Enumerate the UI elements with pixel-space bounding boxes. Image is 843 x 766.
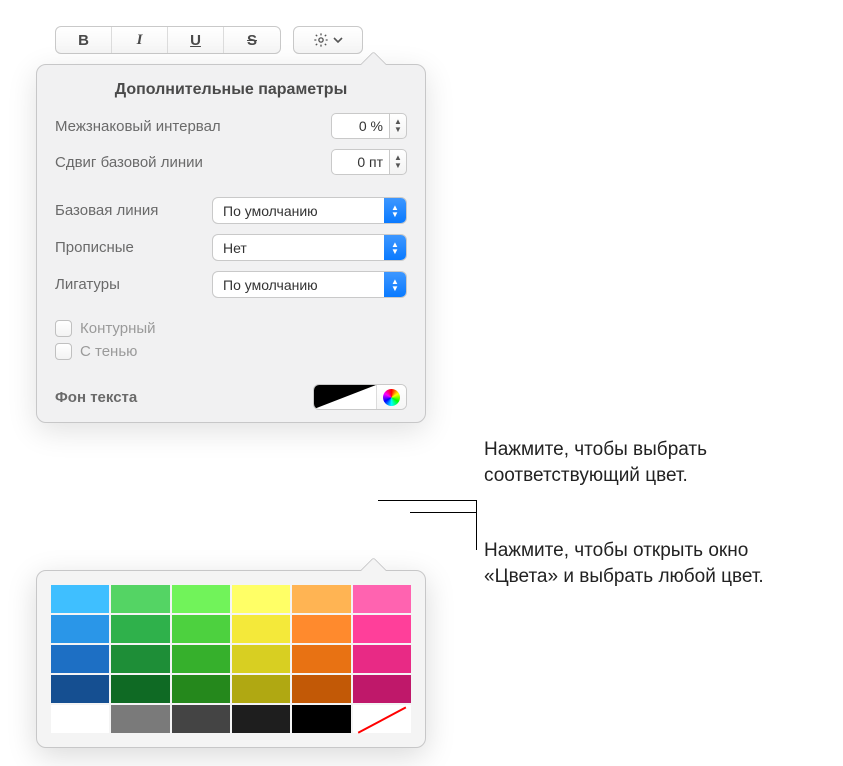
color-swatch[interactable]: [291, 674, 351, 704]
underline-button[interactable]: U: [168, 27, 224, 53]
color-wheel-button[interactable]: [376, 385, 406, 409]
color-swatch[interactable]: [110, 704, 170, 734]
popover-title: Дополнительные параметры: [55, 81, 407, 99]
text-style-segmented: B I U S: [55, 26, 281, 54]
color-swatch[interactable]: [110, 584, 170, 614]
color-swatch[interactable]: [171, 614, 231, 644]
color-swatch[interactable]: [50, 614, 110, 644]
color-swatch[interactable]: [171, 674, 231, 704]
color-swatch[interactable]: [171, 584, 231, 614]
character-spacing-stepper[interactable]: 0 % ▲▼: [331, 113, 407, 139]
select-arrows-icon: ▲▼: [384, 235, 406, 260]
strikethrough-button[interactable]: S: [224, 27, 280, 53]
text-background-label: Фон текста: [55, 389, 137, 406]
capitalization-select[interactable]: Нет ▲▼: [212, 234, 407, 261]
callout-color-well: Нажмите, чтобы выбрать соответствующий ц…: [484, 437, 814, 488]
color-swatch[interactable]: [110, 614, 170, 644]
character-spacing-value[interactable]: 0 %: [331, 113, 389, 139]
color-swatch[interactable]: [231, 704, 291, 734]
color-swatch[interactable]: [231, 674, 291, 704]
color-wheel-icon: [383, 389, 400, 406]
text-background-color-picker: [313, 384, 407, 410]
callout-line: [410, 512, 476, 513]
color-swatch[interactable]: [50, 674, 110, 704]
callout-color-wheel: Нажмите, чтобы открыть окно «Цвета» и вы…: [484, 538, 814, 589]
color-swatch-grid: [49, 583, 413, 735]
baseline-shift-stepper[interactable]: 0 пт ▲▼: [331, 149, 407, 175]
color-swatch[interactable]: [352, 674, 412, 704]
ligatures-select[interactable]: По умолчанию ▲▼: [212, 271, 407, 298]
ligatures-label: Лигатуры: [55, 276, 120, 293]
shadow-checkbox[interactable]: [55, 343, 72, 360]
shadow-checkbox-label: С тенью: [80, 343, 137, 360]
baseline-shift-label: Сдвиг базовой линии: [55, 154, 203, 171]
italic-button[interactable]: I: [112, 27, 168, 53]
stepper-arrows-icon[interactable]: ▲▼: [389, 113, 407, 139]
color-swatch[interactable]: [231, 584, 291, 614]
capitalization-select-value: Нет: [223, 240, 247, 256]
color-swatch[interactable]: [352, 584, 412, 614]
ligatures-select-value: По умолчанию: [223, 277, 318, 293]
color-swatch[interactable]: [50, 704, 110, 734]
shadow-checkbox-row[interactable]: С тенью: [55, 343, 407, 360]
color-swatch[interactable]: [291, 644, 351, 674]
color-swatch[interactable]: [171, 704, 231, 734]
character-spacing-label: Межзнаковый интервал: [55, 118, 221, 135]
color-swatch[interactable]: [231, 614, 291, 644]
callout-line: [476, 500, 477, 550]
baseline-shift-value[interactable]: 0 пт: [331, 149, 389, 175]
outline-checkbox-row[interactable]: Контурный: [55, 320, 407, 337]
color-swatch[interactable]: [50, 644, 110, 674]
gear-icon: [313, 32, 329, 48]
callout-line: [378, 500, 476, 501]
color-swatch[interactable]: [291, 584, 351, 614]
baseline-select[interactable]: По умолчанию ▲▼: [212, 197, 407, 224]
bold-button[interactable]: B: [56, 27, 112, 53]
capitalization-label: Прописные: [55, 239, 134, 256]
color-swatch[interactable]: [231, 644, 291, 674]
chevron-down-icon: [333, 35, 343, 45]
color-swatch[interactable]: [352, 644, 412, 674]
outline-checkbox-label: Контурный: [80, 320, 156, 337]
text-style-toolbar: B I U S: [55, 26, 363, 54]
advanced-options-popover: Дополнительные параметры Межзнаковый инт…: [36, 64, 426, 423]
color-swatch[interactable]: [171, 644, 231, 674]
color-well-button[interactable]: [314, 385, 376, 409]
color-palette-popover: [36, 570, 426, 748]
no-fill-swatch[interactable]: [352, 704, 412, 734]
baseline-select-value: По умолчанию: [223, 203, 318, 219]
advanced-options-button[interactable]: [293, 26, 363, 54]
select-arrows-icon: ▲▼: [384, 272, 406, 297]
outline-checkbox[interactable]: [55, 320, 72, 337]
stepper-arrows-icon[interactable]: ▲▼: [389, 149, 407, 175]
color-swatch[interactable]: [291, 614, 351, 644]
color-swatch[interactable]: [110, 644, 170, 674]
color-swatch[interactable]: [110, 674, 170, 704]
color-swatch[interactable]: [352, 614, 412, 644]
color-swatch[interactable]: [50, 584, 110, 614]
select-arrows-icon: ▲▼: [384, 198, 406, 223]
color-swatch[interactable]: [291, 704, 351, 734]
baseline-label: Базовая линия: [55, 202, 158, 219]
